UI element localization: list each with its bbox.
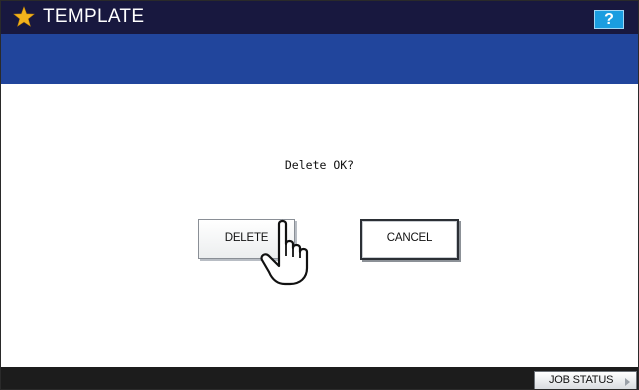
- screen-frame: TEMPLATE ? Delete OK? DELETE CANCEL JOB …: [0, 0, 639, 390]
- sub-header-bar: [1, 34, 638, 84]
- star-icon: [13, 6, 35, 27]
- hand-pointer-icon: [260, 219, 309, 286]
- job-status-button[interactable]: JOB STATUS: [534, 371, 637, 389]
- status-bar: JOB STATUS: [1, 367, 638, 389]
- cancel-button[interactable]: CANCEL: [360, 219, 459, 260]
- job-status-label: JOB STATUS: [549, 374, 614, 386]
- dialog-area: Delete OK? DELETE CANCEL: [1, 84, 638, 367]
- title-bar: TEMPLATE ?: [1, 1, 638, 34]
- help-button[interactable]: ?: [594, 10, 624, 29]
- page-title: TEMPLATE: [43, 6, 145, 27]
- confirmation-message: Delete OK?: [284, 158, 355, 172]
- chevron-right-icon: [625, 378, 630, 386]
